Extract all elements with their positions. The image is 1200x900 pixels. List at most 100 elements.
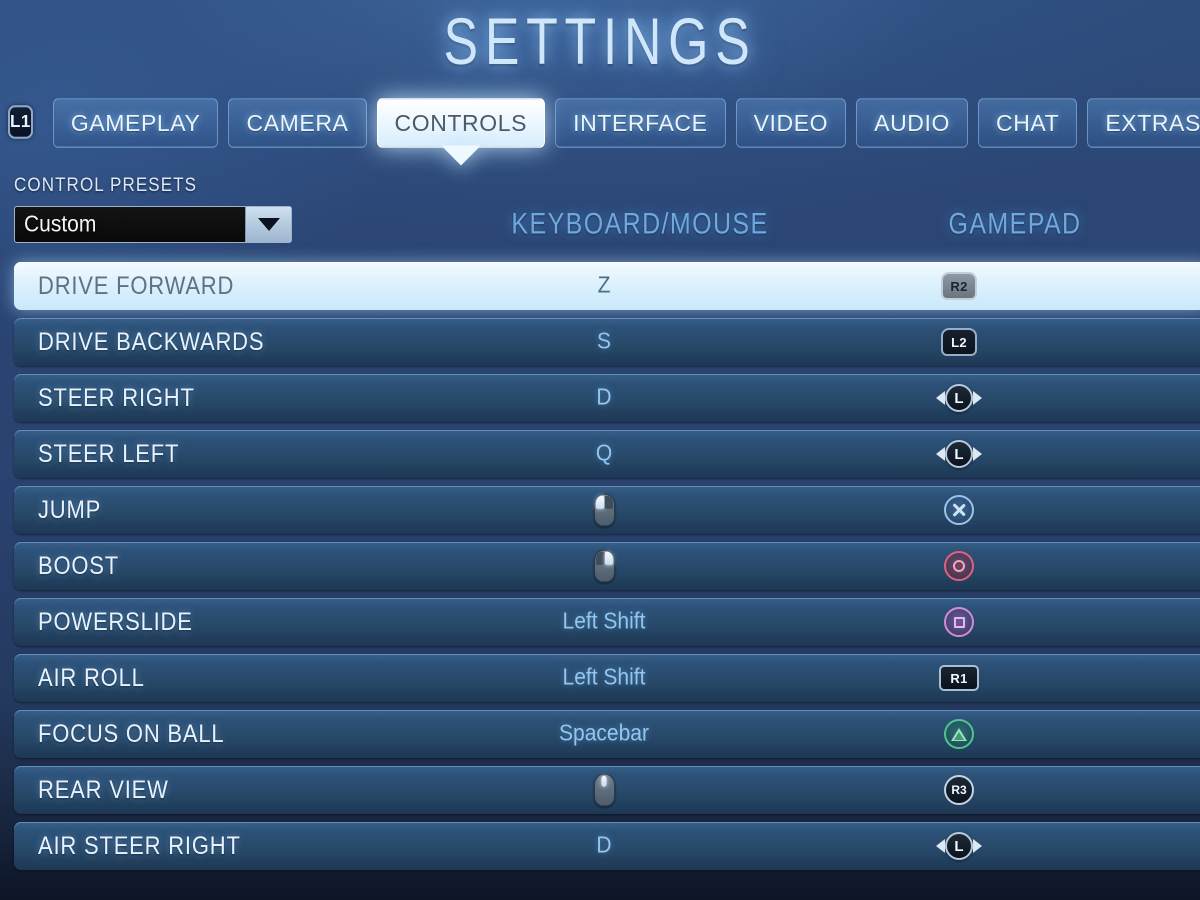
mouse-left-button (595, 495, 604, 509)
mouse-left-button (595, 551, 604, 565)
binding-action-label: FOCUS ON BALL (38, 719, 225, 748)
tab-label: INTERFACE (573, 109, 708, 136)
binding-keyboard-value: Left Shift (562, 664, 646, 691)
column-header-keyboard-mouse: KEYBOARD/MOUSE (511, 207, 769, 241)
tab-label: EXTRAS (1105, 109, 1200, 136)
control-presets-dropdown[interactable]: Custom (14, 206, 292, 243)
tab-controls[interactable]: CONTROLS (376, 98, 546, 148)
binding-keyboard-mouse-cell[interactable] (414, 773, 794, 807)
control-presets-label: CONTROL PRESETS (14, 174, 198, 196)
binding-row[interactable]: STEER RIGHT D L (14, 374, 1200, 422)
tab-gameplay[interactable]: GAMEPLAY (52, 98, 219, 148)
binding-row[interactable]: REAR VIEW R3 (14, 766, 1200, 814)
tab-camera[interactable]: CAMERA (228, 98, 367, 148)
chevron-down-glyph (257, 218, 280, 231)
stick-arrow-right-icon (973, 447, 982, 461)
binding-gamepad-cell[interactable]: L (794, 439, 1124, 469)
binding-row[interactable]: POWERSLIDE Left Shift (14, 598, 1200, 646)
binding-gamepad-cell[interactable]: L (794, 383, 1124, 413)
tab-audio[interactable]: AUDIO (856, 98, 968, 148)
mouse-right-icon[interactable] (593, 549, 615, 583)
binding-row[interactable]: FOCUS ON BALL Spacebar (14, 710, 1200, 758)
binding-action-label: AIR STEER RIGHT (38, 831, 241, 860)
left-stick-icon[interactable]: L (936, 831, 982, 861)
binding-keyboard-mouse-cell[interactable]: D (414, 833, 794, 859)
binding-keyboard-value: Left Shift (562, 608, 646, 635)
page-title: SETTINGS (0, 4, 1200, 78)
binding-gamepad-cell[interactable]: R3 (794, 775, 1124, 805)
stick-arrow-left-icon (936, 447, 945, 461)
tab-label: CHAT (996, 109, 1060, 136)
stick-ball: L (945, 440, 973, 468)
stick-arrow-right-icon (973, 391, 982, 405)
binding-keyboard-mouse-cell[interactable]: Q (414, 441, 794, 467)
binding-action-label: STEER RIGHT (38, 383, 195, 412)
binding-action-label: POWERSLIDE (38, 607, 193, 636)
control-presets-value: Custom (24, 211, 97, 237)
tab-extras[interactable]: EXTRAS (1087, 98, 1200, 148)
binding-gamepad-cell[interactable] (794, 495, 1124, 525)
binding-keyboard-mouse-cell[interactable] (414, 493, 794, 527)
left-stick-icon[interactable]: L (936, 383, 982, 413)
stick-arrow-left-icon (936, 391, 945, 405)
mouse-middle-button (601, 775, 607, 787)
circle-button-icon[interactable] (944, 551, 974, 581)
binding-action-label: JUMP (38, 495, 102, 524)
tab-label: GAMEPLAY (70, 109, 201, 136)
binding-gamepad-cell[interactable] (794, 607, 1124, 637)
l1-shoulder-hint-icon: L1 (8, 105, 33, 139)
binding-action-label: AIR ROLL (38, 663, 145, 692)
cross-glyph (951, 502, 967, 518)
binding-keyboard-value: D (596, 832, 612, 859)
tab-chat[interactable]: CHAT (978, 98, 1078, 148)
binding-row[interactable]: AIR STEER RIGHT D L (14, 822, 1200, 870)
r3-stick-click-icon[interactable]: R3 (944, 775, 974, 805)
mouse-middle-icon[interactable] (593, 773, 615, 807)
binding-keyboard-mouse-cell[interactable] (414, 549, 794, 583)
binding-gamepad-cell[interactable] (794, 719, 1124, 749)
binding-action-label: DRIVE BACKWARDS (38, 327, 265, 356)
binding-keyboard-value: Z (597, 272, 611, 299)
r2-trigger-icon[interactable]: R2 (941, 272, 977, 300)
binding-action-label: BOOST (38, 551, 120, 580)
binding-keyboard-value: D (596, 384, 612, 411)
r1-bumper-icon[interactable]: R1 (939, 665, 979, 691)
mouse-right-button (604, 495, 613, 509)
tab-video[interactable]: VIDEO (735, 98, 847, 148)
tab-label: CONTROLS (394, 109, 528, 136)
stick-arrow-left-icon (936, 839, 945, 853)
binding-keyboard-mouse-cell[interactable]: Left Shift (414, 609, 794, 635)
mouse-left-icon[interactable] (593, 493, 615, 527)
triangle-button-icon[interactable] (944, 719, 974, 749)
binding-gamepad-cell[interactable]: L (794, 831, 1124, 861)
page-title-text: SETTINGS (443, 5, 757, 79)
binding-keyboard-mouse-cell[interactable]: Left Shift (414, 665, 794, 691)
settings-screen: SETTINGS L1 GAMEPLAY CAMERA CONTROLS INTERF… (0, 0, 1200, 900)
binding-keyboard-mouse-cell[interactable]: D (414, 385, 794, 411)
square-button-icon[interactable] (944, 607, 974, 637)
binding-keyboard-mouse-cell[interactable]: S (414, 329, 794, 355)
left-stick-icon[interactable]: L (936, 439, 982, 469)
cross-button-icon[interactable] (944, 495, 974, 525)
binding-row[interactable]: JUMP (14, 486, 1200, 534)
binding-gamepad-cell[interactable]: R2 (794, 272, 1124, 300)
l2-trigger-icon[interactable]: L2 (941, 328, 977, 356)
binding-gamepad-cell[interactable] (794, 551, 1124, 581)
key-bindings-list: DRIVE FORWARD Z R2 DRIVE BACKWARDS S L2 STEER … (14, 262, 1200, 878)
binding-row[interactable]: STEER LEFT Q L (14, 430, 1200, 478)
binding-row[interactable]: AIR ROLL Left Shift R1 (14, 654, 1200, 702)
binding-gamepad-cell[interactable]: R1 (794, 665, 1124, 691)
settings-tab-bar: L1 GAMEPLAY CAMERA CONTROLS INTERFACE VIDEO A… (0, 98, 1200, 150)
binding-keyboard-mouse-cell[interactable]: Z (414, 273, 794, 299)
chevron-down-icon[interactable] (245, 207, 291, 242)
binding-row[interactable]: BOOST (14, 542, 1200, 590)
stick-ball: L (945, 384, 973, 412)
column-header-gamepad: GAMEPAD (948, 207, 1082, 241)
binding-keyboard-value: Q (595, 440, 613, 467)
tab-interface[interactable]: INTERFACE (555, 98, 726, 148)
binding-row[interactable]: DRIVE FORWARD Z R2 (14, 262, 1200, 310)
binding-gamepad-cell[interactable]: L2 (794, 328, 1124, 356)
binding-action-label: DRIVE FORWARD (38, 271, 235, 300)
binding-row[interactable]: DRIVE BACKWARDS S L2 (14, 318, 1200, 366)
binding-keyboard-mouse-cell[interactable]: Spacebar (414, 721, 794, 747)
